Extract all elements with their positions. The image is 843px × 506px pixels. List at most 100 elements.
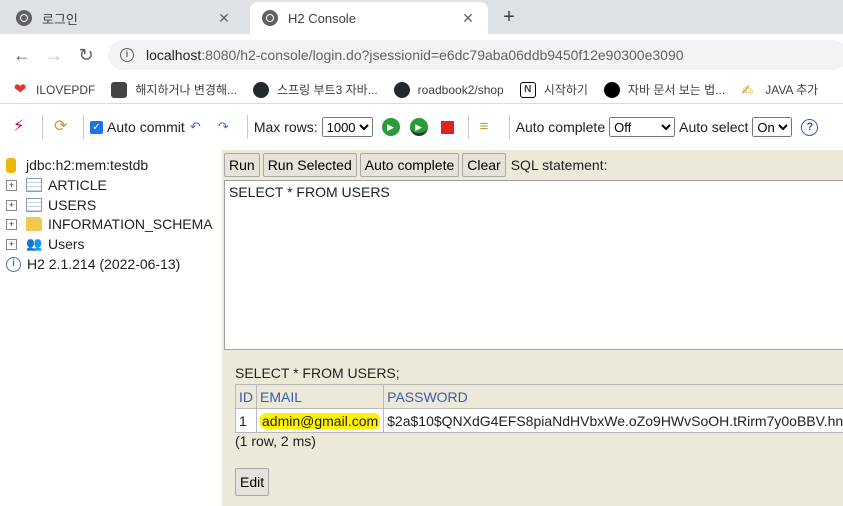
folder-icon [26,217,42,231]
max-rows-select[interactable]: 1000 [321,117,373,137]
separator [42,115,43,139]
tree-item-users[interactable]: + USERS [6,195,96,215]
sql-editor[interactable]: SELECT * FROM USERS [224,180,843,350]
auto-commit-checkbox[interactable]: ✓ [90,120,103,134]
tree-label: Users [48,236,85,252]
tree-version: i H2 2.1.214 (2022-06-13) [6,254,180,274]
pen-icon: ✍ [741,81,753,98]
bookmark-roadbook[interactable]: roadbook2/shop [393,81,504,98]
bookmark-springboot[interactable]: 스프링 부트3 자바... [253,81,378,98]
result-table: ID EMAIL PASSWORD 1 admin@gmail.com $2a$… [235,384,843,433]
address-bar: ← → ↻ i localhost:8080/h2-console/login.… [0,34,843,76]
rollback-icon[interactable]: ↶ [190,118,208,136]
query-buttons: Run Run Selected Auto complete Clear SQL… [224,153,607,177]
info-icon: i [6,256,21,272]
table-cell: admin@gmail.com [255,408,385,433]
new-tab-button[interactable]: + [498,6,520,28]
result-sql: SELECT * FROM USERS; [235,365,400,381]
bookmark-java[interactable]: ✍ JAVA 추가 [741,81,818,98]
tab-login[interactable]: 로그인 ✕ [4,2,244,34]
tree-db[interactable]: jdbc:h2:mem:testdb [6,155,148,175]
auto-complete-button[interactable]: Auto complete [359,153,460,177]
users-icon: 👥 [26,236,43,251]
expand-icon[interactable]: + [6,218,17,230]
highlight-mark: admin@gmail.com [260,412,381,429]
bookmark-cancel[interactable]: 해지하거나 변경해... [111,81,237,98]
separator [508,115,510,139]
bookmark-label: 자바 문서 보는 법... [627,83,726,97]
bookmark-ilovepdf[interactable]: ❤ ILOVEPDF [12,80,96,98]
reload-icon[interactable]: ↻ [74,43,98,67]
version-label: H2 2.1.214 (2022-06-13) [27,256,181,272]
edit-button[interactable]: Edit [235,468,270,496]
table-cell: $2a$10$QNXdG4EFS8piaNdHVbxWe.oZo9HWvSoOH… [383,408,843,433]
schema-tree: jdbc:h2:mem:testdb + ARTICLE + USERS + I… [0,150,222,506]
clear-button[interactable]: Clear [462,153,506,177]
bookmark-label: 시작하기 [543,83,588,97]
help-icon[interactable]: ? [801,118,819,136]
column-header[interactable]: EMAIL [255,384,385,409]
bookmark-label: roadbook2/shop [417,82,504,97]
auto-commit-label: Auto commit [107,119,185,135]
expand-icon[interactable]: + [6,238,17,250]
row-count-info: (1 row, 2 ms) [235,433,316,449]
tree-item-information-schema[interactable]: + INFORMATION_SCHEMA [6,214,213,234]
url-host: localhost [146,47,202,63]
db-url: jdbc:h2:mem:testdb [26,157,149,173]
bookmark-label: ILOVEPDF [36,82,96,97]
tab-title: H2 Console [288,10,356,26]
run-selected-button[interactable]: Run Selected [262,153,357,177]
disconnect-icon[interactable]: ⚡ [13,118,31,136]
close-icon[interactable]: ✕ [460,10,476,27]
separator [83,115,84,139]
column-header[interactable]: ID [235,384,257,409]
auto-complete-label: Auto complete [515,119,606,135]
auto-select-select[interactable]: On [752,117,793,137]
forward-arrow-icon[interactable]: → [42,43,66,67]
run-selected-icon[interactable]: ▶ [409,118,428,136]
run-icon[interactable]: ▶ [381,118,400,136]
github-icon [253,81,270,98]
bookmark-label: 스프링 부트3 자바... [277,83,378,97]
expand-icon[interactable]: + [6,199,17,211]
tree-item-article[interactable]: + ARTICLE [6,175,107,195]
database-icon [6,157,16,173]
bookmark-java-doc[interactable]: 자바 문서 보는 법... [603,81,726,98]
tree-label: USERS [48,197,97,213]
auto-complete-select[interactable]: Off [609,117,676,137]
table-header-row: ID EMAIL PASSWORD [235,384,843,409]
tab-title: 로그인 [42,11,78,27]
query-panel: Run Run Selected Auto complete Clear SQL… [222,150,843,506]
run-button[interactable]: Run [224,153,260,177]
results-panel: SELECT * FROM USERS; ID EMAIL PASSWORD 1… [224,350,843,506]
bookmarks-bar: ❤ ILOVEPDF 해지하거나 변경해... 스프링 부트3 자바... ro… [0,76,843,104]
table-icon [26,198,42,212]
url-path: :8080/h2-console/login.do?jsessionid=e6d… [201,47,684,63]
h2-toolbar: ⚡ ⟳ ✓ Auto commit ↶ ↷ Max rows: 1000 ▶ ▶… [0,104,843,150]
url-field[interactable]: i localhost:8080/h2-console/login.do?jse… [108,40,843,70]
separator [246,115,248,139]
refresh-icon[interactable]: ⟳ [54,118,72,136]
bookmark-notion[interactable]: N 시작하기 [519,81,588,98]
globe-icon [16,10,32,26]
info-icon[interactable]: i [120,48,134,62]
stop-icon[interactable] [440,120,454,134]
film-icon [111,81,128,98]
tree-label: ARTICLE [48,177,107,193]
bookmark-label: 해지하거나 변경해... [135,83,238,97]
heart-icon: ❤ [13,80,27,98]
tab-h2-console[interactable]: H2 Console ✕ [250,2,488,34]
table-row: 1 admin@gmail.com $2a$10$QNXdG4EFS8piaNd… [235,408,843,433]
column-header[interactable]: PASSWORD [383,384,843,409]
close-icon[interactable]: ✕ [216,10,232,27]
tree-item-users-group[interactable]: + 👥 Users [6,234,85,254]
auto-select-label: Auto select [679,119,749,135]
notion-icon: N [519,81,536,98]
circle-icon [603,81,620,98]
back-arrow-icon[interactable]: ← [10,43,34,67]
github-icon [393,81,410,98]
expand-icon[interactable]: + [6,179,17,191]
commit-icon[interactable]: ↷ [218,118,236,136]
separator [467,115,469,139]
history-icon[interactable]: ≡ [480,118,498,136]
